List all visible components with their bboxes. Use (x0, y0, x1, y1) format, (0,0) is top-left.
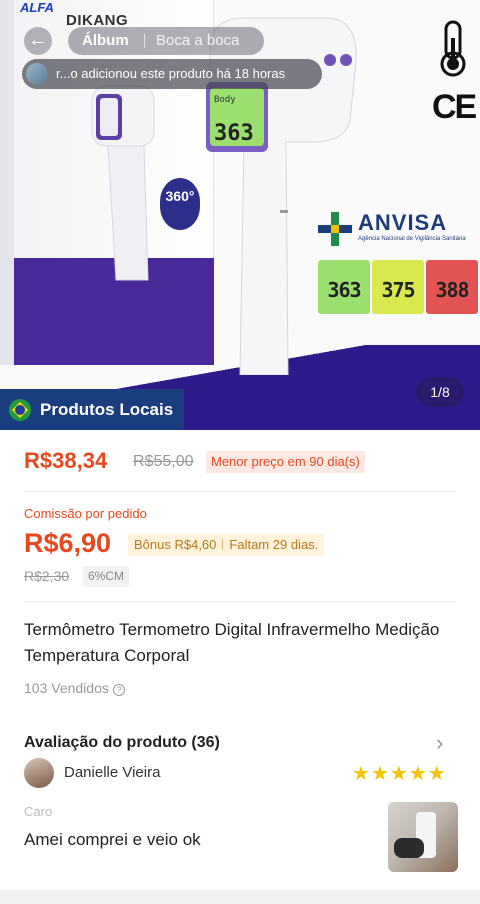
sold-count[interactable]: 103 Vendidos? (24, 680, 125, 696)
anvisa-subtitle: Agência Nacional de Vigilância Sanitária (358, 236, 466, 242)
chevron-right-icon[interactable]: › (436, 730, 443, 756)
reviewer-name: Danielle Vieira (64, 764, 161, 781)
bonus-remaining: Faltam 29 dias. (229, 537, 319, 552)
review-photo[interactable] (388, 802, 458, 872)
svg-text:Body: Body (214, 95, 236, 105)
brand-name: ALFA (20, 0, 54, 15)
star-icon: ★ (427, 763, 447, 785)
tab-album[interactable]: Álbum (82, 32, 129, 49)
price-row: R$38,34 R$55,00 Menor preço em 90 dia(s) (24, 448, 464, 478)
review-text: Amei comprei e veio ok (24, 830, 201, 849)
brazil-flag-icon (9, 399, 31, 421)
commission-value: R$6,90 (24, 528, 112, 558)
activity-notice: r...o adicionou este produto há 18 horas (22, 59, 322, 89)
reading-display-yellow: 375 (372, 260, 424, 314)
rating-stars: ★★★★★ (352, 761, 447, 786)
anvisa-logo: ANVISA Agência Nacional de Vigilância Sa… (318, 208, 478, 248)
star-icon: ★ (408, 763, 428, 785)
thermometer-photo-small (91, 85, 155, 281)
anvisa-name: ANVISA (358, 210, 448, 235)
reviewer-avatar (24, 758, 54, 788)
notice-text: r...o adicionou este produto há 18 horas (56, 66, 286, 81)
lowest-price-tag: Menor preço em 90 dia(s) (206, 451, 365, 473)
star-icon: ★ (352, 763, 371, 785)
star-icon: ★ (389, 763, 409, 785)
divider (24, 491, 456, 492)
bonus-amount: Bônus R$4,60 (134, 537, 217, 552)
commission-label: Comissão por pedido (24, 506, 147, 521)
star-icon: ★ (370, 763, 390, 785)
commission-rate-tag: 6%CM (83, 566, 130, 587)
product-box-side (0, 0, 14, 365)
product-info-card: R$38,34 R$55,00 Menor preço em 90 dia(s)… (0, 430, 480, 890)
reading-display-green: 363 (318, 260, 370, 314)
anvisa-cross-icon (318, 212, 352, 246)
tab-boca-a-boca[interactable]: Boca a boca (156, 32, 239, 49)
notice-avatar (26, 63, 48, 85)
360-badge: 360° (160, 178, 200, 230)
info-icon: ? (112, 684, 125, 696)
thermometer-icon (440, 20, 466, 77)
back-button[interactable]: ← (24, 27, 52, 55)
media-tabs: Álbum Boca a boca (68, 27, 264, 55)
produtos-locais-badge: Produtos Locais (0, 389, 184, 430)
back-arrow-icon: ← (28, 29, 48, 51)
commission-old-value: R$2,30 (24, 568, 70, 584)
tab-divider (144, 34, 145, 48)
ce-mark: CE (432, 88, 477, 126)
divider (24, 601, 456, 602)
reviews-title[interactable]: Avaliação do produto (36) (24, 734, 220, 752)
page-indicator: 1/8 (416, 377, 464, 407)
bonus-tag: Bônus R$4,60 Faltam 29 dias. (128, 534, 325, 556)
sold-count-text: 103 Vendidos (24, 680, 109, 696)
original-price: R$55,00 (133, 453, 194, 470)
review-label: Caro (24, 804, 53, 819)
product-title: Termômetro Termometro Digital Infraverme… (24, 620, 440, 665)
big-display-value: 363 (214, 121, 254, 146)
produtos-locais-label: Produtos Locais (40, 400, 174, 419)
current-price: R$38,34 (24, 448, 108, 473)
reading-display-red: 388 (426, 260, 478, 314)
